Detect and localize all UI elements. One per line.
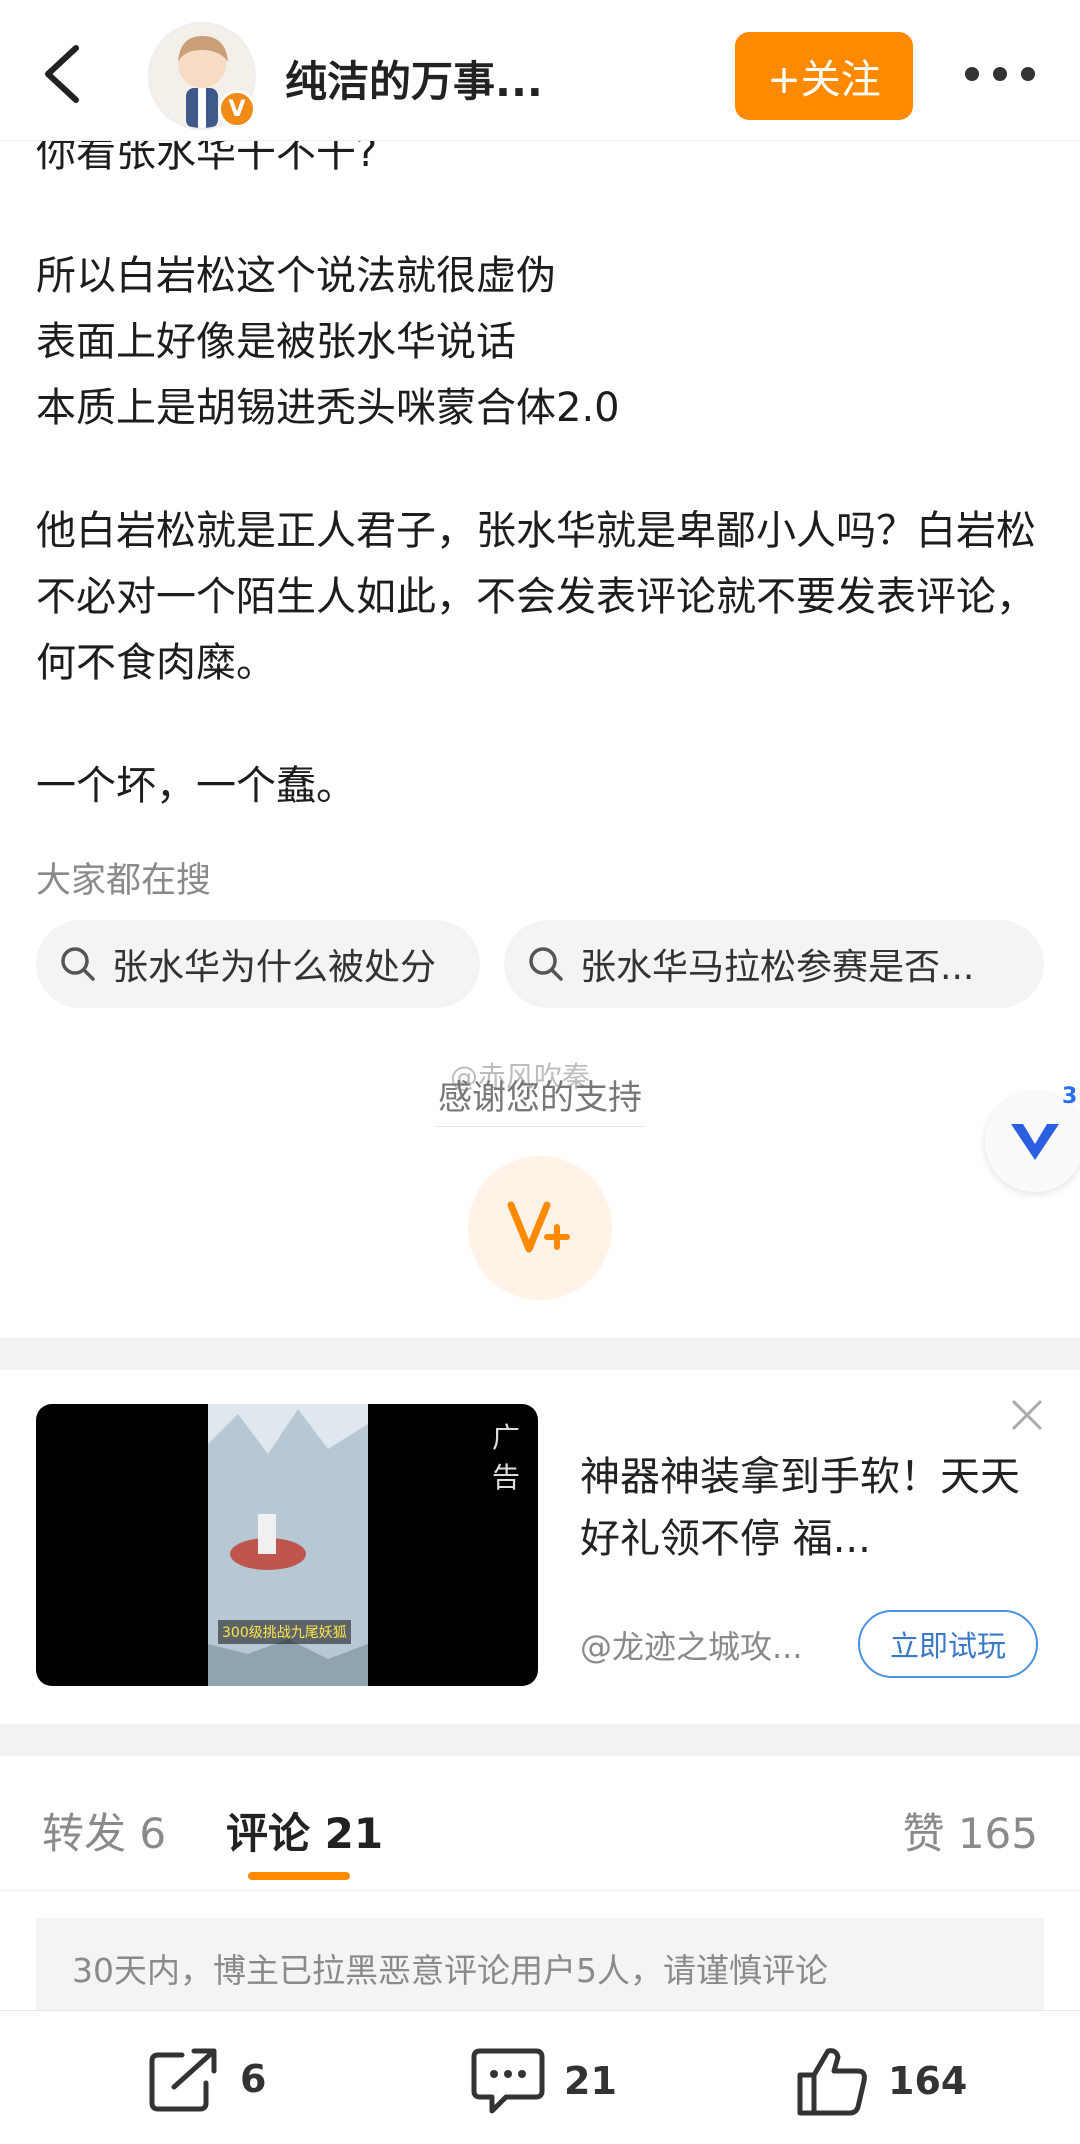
tip-button[interactable] [468, 1156, 612, 1300]
follow-button[interactable]: +关注 [735, 32, 913, 120]
comment-button[interactable]: 21 [470, 2045, 617, 2117]
try-now-button[interactable]: 立即试玩 [858, 1610, 1038, 1678]
post-body: 你看张水华干不干? 所以白岩松这个说法就很虚伪 表面上好像是被张水华说话 本质上… [36, 120, 1046, 819]
post-line: 所以白岩松这个说法就很虚伪 [36, 253, 556, 299]
share-button[interactable]: 6 [148, 2045, 266, 2113]
share-count: 6 [240, 2057, 267, 2101]
floating-badge-count: 3 [1062, 1084, 1078, 1109]
like-count: 164 [888, 2059, 968, 2103]
v-logo-icon [1011, 1124, 1059, 1160]
post-line: 本质上是胡锡进秃头咪蒙合体2.0 [36, 385, 620, 431]
section-divider [0, 1724, 1080, 1756]
back-arrow-icon[interactable] [38, 44, 88, 104]
comment-count: 21 [564, 2059, 617, 2103]
search-icon [61, 947, 95, 981]
thanks-text: 感谢您的支持 [438, 1078, 642, 1118]
search-chip[interactable]: 张水华马拉松参赛是否... [504, 920, 1044, 1008]
post-line: 一个坏，一个蠢。 [36, 763, 356, 809]
divider [0, 1890, 1080, 1891]
post-line: 他白岩松就是正人君子，张水华就是卑鄙小人吗？白岩松不必对一个陌生人如此，不会发表… [36, 508, 1036, 686]
section-divider [0, 1338, 1080, 1370]
divider [435, 1126, 645, 1127]
close-icon[interactable] [1010, 1398, 1044, 1432]
search-chip[interactable]: 张水华为什么被处分 [36, 920, 480, 1008]
post-line: 表面上好像是被张水华说话 [36, 319, 516, 365]
ad-title[interactable]: 神器神装拿到手软！天天好礼领不停 福... [580, 1446, 1040, 1570]
v-plus-icon [507, 1201, 570, 1253]
bottom-action-bar: 6 21 164 [0, 2010, 1080, 2144]
more-options-icon[interactable] [965, 62, 1035, 86]
ad-source[interactable]: @龙迹之城攻... [580, 1622, 803, 1668]
tab-like[interactable]: 赞 165 [902, 1800, 1038, 1861]
search-chip-label: 张水华马拉松参赛是否... [580, 947, 975, 988]
comment-icon [471, 2048, 545, 2114]
like-button[interactable]: 164 [796, 2045, 967, 2117]
share-icon [149, 2048, 217, 2112]
thumbs-up-icon [797, 2048, 867, 2116]
search-section-label: 大家都在搜 [36, 861, 212, 901]
top-header: V 纯洁的万事... +关注 [0, 0, 1080, 141]
username[interactable]: 纯洁的万事... [285, 48, 543, 109]
active-tab-indicator [248, 1872, 350, 1880]
tab-repost[interactable]: 转发 6 [42, 1800, 166, 1861]
comment-notice: 30天内，博主已拉黑恶意评论用户5人，请谨慎评论 [36, 1918, 1044, 2018]
search-chip-label: 张水华为什么被处分 [112, 947, 437, 988]
tab-comment[interactable]: 评论 21 [226, 1800, 383, 1861]
ad-tag: 广告 [492, 1421, 521, 1494]
search-icon [529, 947, 563, 981]
ad-image[interactable]: 300级挑战九尾妖狐 广告 [36, 1404, 538, 1686]
ad-image-caption: 300级挑战九尾妖狐 [218, 1620, 351, 1644]
verified-badge-icon: V [218, 90, 256, 128]
